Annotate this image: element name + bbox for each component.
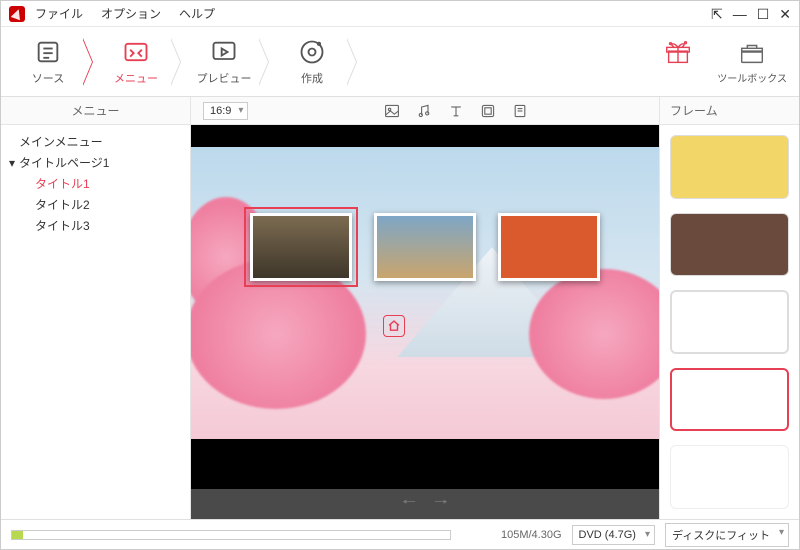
template-icon[interactable]: [512, 103, 528, 119]
toolbox-button[interactable]: ツールボックス: [717, 38, 787, 85]
step-create[interactable]: 作成: [277, 38, 347, 86]
disc-type-select[interactable]: DVD (4.7G): [572, 525, 655, 545]
menu-option[interactable]: オプション: [101, 5, 161, 22]
main-toolbar: ソース メニュー プレビュー 作成 ツールボックス: [1, 27, 799, 97]
menu-help[interactable]: ヘルプ: [179, 5, 215, 22]
chevron-icon: [171, 38, 189, 86]
thumbnail-row: [241, 213, 609, 281]
step-source[interactable]: ソース: [13, 38, 83, 86]
page-nav: 🠐 🠒: [191, 489, 659, 519]
chevron-icon: [259, 38, 277, 86]
frame-option-2[interactable]: [670, 213, 789, 277]
menu-background: [191, 147, 659, 439]
canvas-tools: [384, 103, 528, 119]
window-controls: ⇱ — ☐ ✕: [711, 7, 791, 21]
disc-usage-text: 105M/4.30G: [501, 529, 562, 541]
tree-title-page[interactable]: ▾タイトルページ1: [5, 152, 186, 173]
tree-main-menu[interactable]: メインメニュー: [5, 131, 186, 152]
frame-option-1[interactable]: [670, 135, 789, 199]
image-icon[interactable]: [384, 103, 400, 119]
sub-header: メニュー 16:9 フレーム: [1, 97, 799, 125]
source-icon: [34, 38, 62, 66]
frame-option-5[interactable]: [670, 445, 789, 509]
text-icon[interactable]: [448, 103, 464, 119]
chapter-icon[interactable]: [480, 103, 496, 119]
frames-header: フレーム: [659, 97, 799, 124]
thumbnail-2[interactable]: [374, 213, 476, 281]
step-create-label: 作成: [301, 70, 323, 86]
blossom-graphic: [529, 269, 659, 399]
preview-canvas: 🠐 🠒: [191, 125, 659, 519]
app-logo-icon: [9, 6, 25, 22]
fit-select[interactable]: ディスクにフィット: [665, 523, 789, 547]
thumbnail-1[interactable]: [250, 213, 352, 281]
tree-title-3[interactable]: タイトル3: [5, 215, 186, 236]
store-button[interactable]: [663, 38, 693, 85]
disc-usage-fill: [12, 531, 23, 539]
music-icon[interactable]: [416, 103, 432, 119]
step-menu-label: メニュー: [114, 70, 158, 86]
chevron-icon: [83, 38, 101, 86]
step-menu[interactable]: メニュー: [101, 38, 171, 86]
gift-icon: [663, 38, 693, 68]
step-preview-label: プレビュー: [197, 70, 252, 86]
preview-icon: [210, 38, 238, 66]
main-area: メインメニュー ▾タイトルページ1 タイトル1 タイトル2 タイトル3: [1, 125, 799, 519]
toolbox-icon: [737, 38, 767, 68]
menu-file[interactable]: ファイル: [35, 5, 83, 22]
menu-bar: ファイル オプション ヘルプ: [35, 5, 215, 22]
canvas-toolbar: 16:9: [191, 97, 659, 124]
status-bar: 105M/4.30G DVD (4.7G) ディスクにフィット: [1, 519, 799, 549]
aspect-ratio-select[interactable]: 16:9: [203, 102, 248, 120]
menu-tree: メインメニュー ▾タイトルページ1 タイトル1 タイトル2 タイトル3: [1, 125, 191, 519]
title-bar: ファイル オプション ヘルプ ⇱ — ☐ ✕: [1, 1, 799, 27]
home-icon: [387, 319, 401, 333]
step-nav: ソース メニュー プレビュー 作成: [13, 27, 365, 96]
toolbar-right: ツールボックス: [663, 38, 787, 85]
frame-panel: [659, 125, 799, 519]
create-icon: [298, 38, 326, 66]
menu-icon: [122, 38, 150, 66]
stage[interactable]: [191, 125, 659, 489]
prev-page-icon[interactable]: 🠐: [402, 491, 416, 518]
step-preview[interactable]: プレビュー: [189, 38, 259, 86]
home-button[interactable]: [383, 315, 405, 337]
next-page-icon[interactable]: 🠒: [434, 491, 448, 518]
frame-option-3[interactable]: [670, 290, 789, 354]
tree-title-1[interactable]: タイトル1: [5, 173, 186, 194]
tree-title-2[interactable]: タイトル2: [5, 194, 186, 215]
disc-usage-bar: [11, 530, 451, 540]
minimize-icon[interactable]: —: [733, 7, 747, 21]
blossom-graphic: [191, 259, 366, 409]
chevron-icon: [347, 38, 365, 86]
pin-icon[interactable]: ⇱: [711, 7, 723, 21]
close-icon[interactable]: ✕: [779, 7, 791, 21]
toolbox-label: ツールボックス: [717, 70, 787, 85]
thumbnail-3[interactable]: [498, 213, 600, 281]
frame-option-4-selected[interactable]: [670, 368, 789, 432]
maximize-icon[interactable]: ☐: [757, 7, 770, 21]
step-source-label: ソース: [32, 70, 64, 86]
tree-header: メニュー: [1, 97, 191, 124]
